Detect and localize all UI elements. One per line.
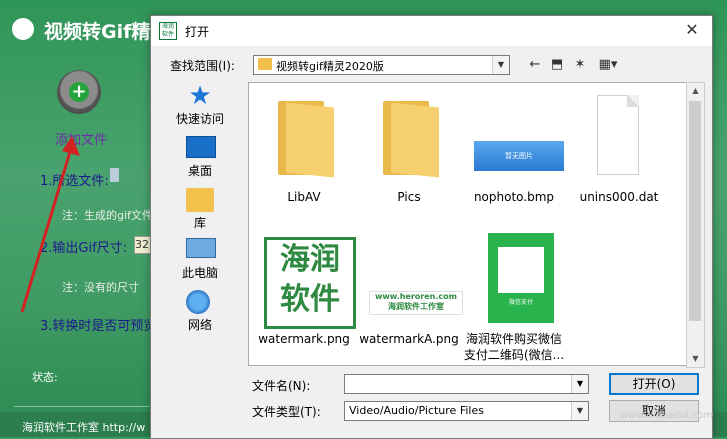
site-watermark: www.xiazaiba.com <box>620 410 714 421</box>
star-icon: ★ <box>188 81 212 111</box>
document-icon <box>579 91 659 183</box>
look-in-value: 视频转gif精灵2020版 <box>276 60 384 73</box>
file-name: LibAV <box>287 190 321 204</box>
dialog-title: 打开 <box>185 25 210 39</box>
scroll-up-icon[interactable]: ▲ <box>687 83 704 99</box>
place-label: 此电脑 <box>181 266 218 280</box>
file-item-libav[interactable]: LibAV <box>252 91 356 221</box>
red-arrow-annotation <box>20 136 80 313</box>
place-desktop[interactable]: 桌面 <box>155 134 245 182</box>
place-label: 桌面 <box>187 164 212 178</box>
file-name: Pics <box>397 190 421 204</box>
file-list-view[interactable]: LibAV Pics 暂无图片 nophoto.bmp unins000.dat… <box>248 82 688 366</box>
chevron-down-icon[interactable]: ▼ <box>492 56 509 74</box>
close-icon: ✕ <box>685 20 699 39</box>
chevron-down-icon[interactable]: ▼ <box>571 402 588 420</box>
filetype-select[interactable]: Video/Audio/Picture Files ▼ <box>344 401 589 421</box>
view-menu-icon: ▦▾ <box>598 57 618 72</box>
file-name: 海润软件购买微信支付二维码(微信... <box>463 332 565 362</box>
filename-input-box[interactable]: ▼ <box>344 374 589 394</box>
file-item-nophoto[interactable]: 暂无图片 nophoto.bmp <box>462 91 566 221</box>
filetype-value: Video/Audio/Picture Files <box>349 404 484 417</box>
folder-icon <box>264 91 344 183</box>
file-item-pics[interactable]: Pics <box>357 91 461 221</box>
arrow-left-icon: ← <box>529 57 541 72</box>
file-name: unins000.dat <box>579 190 659 204</box>
filename-label: 文件名(N): <box>252 379 311 393</box>
view-menu-button[interactable]: ▦▾ <box>594 56 622 74</box>
place-label: 快速访问 <box>175 112 224 126</box>
scroll-down-icon[interactable]: ▼ <box>687 351 704 367</box>
qr-code-icon <box>498 247 544 293</box>
status-label: 状态: <box>32 371 58 384</box>
open-file-dialog: 海润软件 打开 ✕ 查找范围(I): 视频转gif精灵2020版 ▼ ← ⬒ ✶… <box>150 15 713 439</box>
look-in-combo[interactable]: 视频转gif精灵2020版 ▼ <box>253 55 510 75</box>
desktop-icon <box>186 136 216 158</box>
place-network[interactable]: 网络 <box>155 288 245 336</box>
thumbnail-text: 海润软件 <box>264 237 356 329</box>
library-icon <box>186 188 214 212</box>
file-item-watermark[interactable]: 海润软件 watermark.png <box>252 233 356 363</box>
scrollbar-thumb[interactable] <box>689 101 701 321</box>
computer-icon <box>186 238 216 258</box>
dialog-titlebar: 海润软件 打开 ✕ <box>151 16 712 46</box>
place-label: 网络 <box>187 318 212 332</box>
footer-text: 海润软件工作室 http://w <box>22 421 146 434</box>
chevron-down-icon[interactable]: ▼ <box>571 375 588 393</box>
thumbnail-text: 微信支付 <box>508 299 533 306</box>
open-button[interactable]: 打开(O) <box>609 373 699 395</box>
thumbnail-text: 暂无图片 <box>474 141 564 171</box>
network-icon <box>186 290 210 314</box>
place-label: 库 <box>193 216 206 230</box>
place-library[interactable]: 库 <box>155 186 245 234</box>
new-folder-button[interactable]: ✶ <box>570 56 590 74</box>
place-quick-access[interactable]: ★ 快速访问 <box>155 82 245 130</box>
up-folder-button[interactable]: ⬒ <box>547 56 567 74</box>
file-name: watermark.png <box>258 332 350 346</box>
dialog-logo-icon: 海润软件 <box>159 22 177 40</box>
folder-icon <box>369 91 449 183</box>
image-thumbnail: www.heroren.com 海润软件工作室 <box>369 233 463 325</box>
places-bar: ★ 快速访问 桌面 库 此电脑 网络 <box>155 82 245 352</box>
image-thumbnail: 暂无图片 <box>474 91 564 183</box>
new-folder-icon: ✶ <box>574 57 586 72</box>
folder-icon <box>258 58 272 70</box>
image-thumbnail: 微信支付 <box>474 233 554 325</box>
image-thumbnail: 海润软件 <box>264 233 356 329</box>
filetype-label: 文件类型(T): <box>252 405 321 419</box>
file-name: watermarkA.png <box>359 332 459 346</box>
up-folder-icon: ⬒ <box>550 57 564 72</box>
look-in-label: 查找范围(I): <box>170 59 235 73</box>
file-name: nophoto.bmp <box>473 190 555 204</box>
vertical-scrollbar[interactable]: ▲ ▼ <box>686 82 705 368</box>
place-this-pc[interactable]: 此电脑 <box>155 236 245 284</box>
file-item-wechat-qr[interactable]: 微信支付 海润软件购买微信支付二维码(微信... <box>462 233 566 363</box>
thumbnail-text: www.heroren.com 海润软件工作室 <box>369 291 463 315</box>
file-item-unins[interactable]: unins000.dat <box>567 91 671 221</box>
filename-input[interactable] <box>347 375 561 393</box>
divider <box>14 406 150 407</box>
back-button[interactable]: ← <box>525 56 545 74</box>
close-button[interactable]: ✕ <box>681 19 703 41</box>
file-item-watermarka[interactable]: www.heroren.com 海润软件工作室 watermarkA.png <box>357 233 463 363</box>
